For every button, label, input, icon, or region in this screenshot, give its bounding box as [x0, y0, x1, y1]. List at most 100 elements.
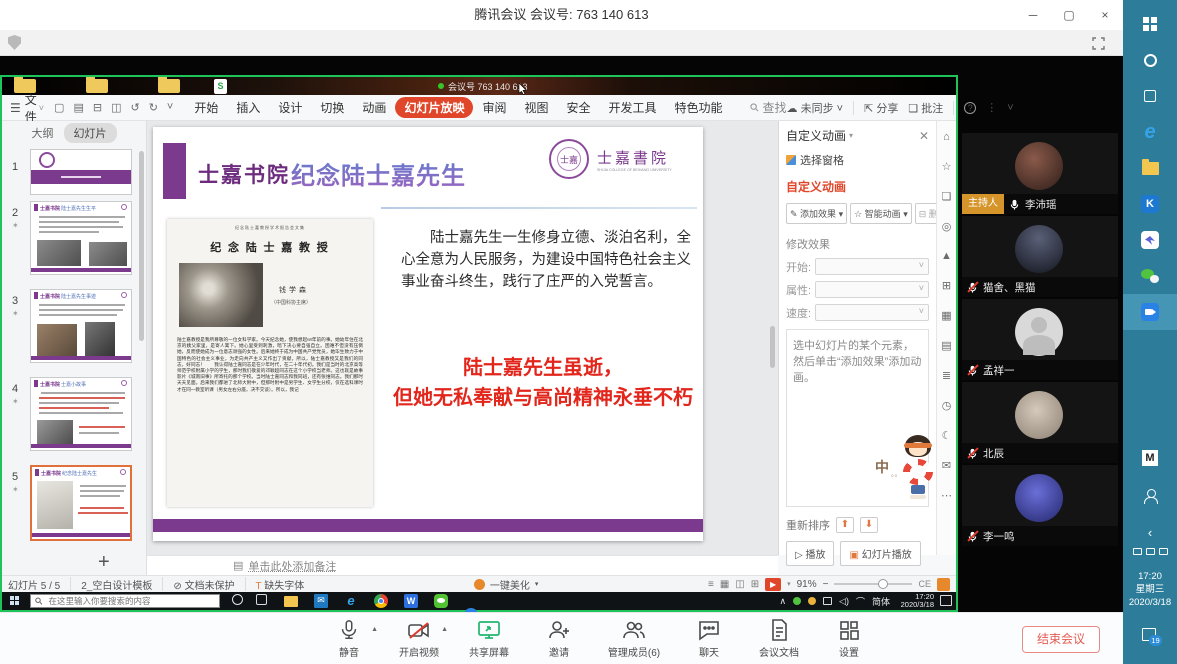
tray-expand-icon[interactable]: ‹: [1123, 514, 1177, 550]
m-app-icon[interactable]: M: [1123, 440, 1177, 476]
participant-tile[interactable]: 李一鸣: [962, 465, 1118, 546]
start-video-button[interactable]: ▲ 开启视频: [388, 618, 450, 659]
play-button[interactable]: ▷ 播放: [786, 541, 834, 566]
table-panel-icon[interactable]: ⊞: [942, 279, 951, 292]
security-shield-icon[interactable]: [8, 35, 21, 50]
chrome-browser-icon[interactable]: [374, 594, 388, 608]
meeting-docs-button[interactable]: 会议文档: [748, 618, 810, 659]
volume-tray-icon[interactable]: ◁): [839, 596, 849, 607]
transition-panel-icon[interactable]: ❏: [942, 190, 952, 203]
view-sorter-icon[interactable]: ◫: [735, 579, 744, 590]
tim-tray-icon[interactable]: [808, 597, 816, 605]
undo-icon[interactable]: ↺: [130, 101, 139, 114]
minimize-icon[interactable]: ─: [1015, 0, 1051, 30]
start-button-icon[interactable]: [10, 596, 20, 606]
animation-panel-icon[interactable]: ☆: [942, 160, 952, 173]
chat-button[interactable]: 聊天: [678, 618, 740, 659]
file-explorer-icon[interactable]: [284, 596, 298, 607]
tab-insert[interactable]: 插入: [227, 97, 269, 118]
design-panel-icon[interactable]: ▲: [941, 250, 952, 262]
redo-icon[interactable]: ↻: [149, 101, 158, 114]
participant-tile-host[interactable]: 主持人 李沛瑶: [962, 133, 1118, 214]
tab-design[interactable]: 设计: [269, 97, 311, 118]
clock-panel-icon[interactable]: ◷: [942, 399, 952, 412]
mail-app-icon[interactable]: ✉: [314, 594, 328, 608]
participant-tile[interactable]: 猫舍、黑猫: [962, 216, 1118, 297]
docer-icon[interactable]: [937, 578, 950, 591]
share-screen-button[interactable]: 共享屏幕: [458, 618, 520, 659]
add-slide-button[interactable]: +: [98, 551, 110, 574]
help-icon[interactable]: ?: [964, 102, 976, 114]
tab-transition[interactable]: 切换: [311, 97, 353, 118]
share-button[interactable]: ⇱ 分享: [864, 100, 898, 116]
start-button-icon[interactable]: [1123, 6, 1177, 42]
wechat-tray-icon[interactable]: [793, 597, 801, 605]
action-center-icon[interactable]: 19: [1142, 628, 1156, 641]
template-name[interactable]: 2_空白设计模板: [81, 577, 152, 592]
settings-button[interactable]: 设置: [818, 618, 880, 659]
slideshow-play-button[interactable]: ▣ 幻灯片播放: [840, 541, 920, 566]
thunder-app-icon[interactable]: [1123, 222, 1177, 258]
action-center-icon[interactable]: [940, 595, 952, 606]
property-select[interactable]: [815, 281, 929, 298]
chart-panel-icon[interactable]: ▤: [941, 339, 951, 352]
start-select[interactable]: [815, 258, 929, 275]
tencent-meeting-app-icon-active[interactable]: [1123, 294, 1177, 330]
tab-features[interactable]: 特色功能: [666, 97, 732, 118]
view-normal-icon[interactable]: ≡: [708, 579, 714, 590]
mute-options-caret[interactable]: ▲: [371, 626, 378, 633]
more-menu-icon[interactable]: ⋮: [986, 101, 997, 114]
edge-browser-icon[interactable]: e: [1123, 114, 1177, 150]
tab-view[interactable]: 视图: [515, 97, 557, 118]
slide-thumbnail-1[interactable]: [30, 149, 132, 195]
task-view-icon[interactable]: [1123, 78, 1177, 114]
add-effect-button[interactable]: ✎ 添加效果 ▾: [786, 203, 847, 224]
participant-tile[interactable]: 北辰: [962, 382, 1118, 463]
cortana-icon[interactable]: [1123, 42, 1177, 78]
slide-thumbnail-3[interactable]: 士嘉书院 陆士嘉先生事迹: [30, 289, 132, 363]
panel-caret-icon[interactable]: ▾: [849, 131, 853, 140]
manage-members-button[interactable]: 管理成员(6): [598, 618, 670, 659]
tab-security[interactable]: 安全: [557, 97, 599, 118]
thumbnail-scrollbar[interactable]: [139, 151, 144, 341]
fullscreen-icon[interactable]: [1092, 37, 1105, 50]
zoom-slider[interactable]: [834, 583, 912, 585]
invite-button[interactable]: 邀请: [528, 618, 590, 659]
tab-home[interactable]: 开始: [185, 97, 227, 118]
ime-lang-indicator[interactable]: 简体: [872, 595, 890, 608]
task-view-icon[interactable]: [256, 594, 267, 605]
beautify-button[interactable]: 一键美化▾: [474, 577, 539, 592]
panel-close-icon[interactable]: ✕: [919, 129, 929, 143]
file-explorer-icon[interactable]: [1123, 150, 1177, 186]
target-panel-icon[interactable]: ◎: [942, 220, 952, 233]
view-slide-icon[interactable]: ▦: [720, 579, 729, 590]
find-box[interactable]: 查找: [750, 99, 787, 116]
close-icon[interactable]: ×: [1087, 0, 1123, 30]
collapse-ribbon-icon[interactable]: ˅: [1007, 102, 1013, 114]
contacts-icon[interactable]: [1123, 478, 1177, 514]
hamburger-menu-icon[interactable]: ☰: [10, 101, 21, 115]
cortana-icon[interactable]: [232, 594, 243, 605]
zoom-knob[interactable]: [878, 579, 888, 589]
home-panel-icon[interactable]: ⌂: [943, 131, 950, 143]
print-icon[interactable]: ⊟: [93, 101, 102, 114]
slide-thumbnail-5-selected[interactable]: 士嘉书院 纪念陆士嘉先生: [30, 465, 132, 541]
wps-doc-icon[interactable]: S: [214, 79, 227, 94]
notes-bar[interactable]: ▤ 单击此处添加备注: [147, 555, 778, 575]
participant-tile[interactable]: 孟祥一: [962, 299, 1118, 380]
current-slide[interactable]: 士嘉书院 纪念陆士嘉先生 士嘉 士嘉書院 SHIJIA COLLEGE OF B…: [153, 127, 703, 541]
mute-button[interactable]: ▲ 静音: [318, 618, 380, 659]
protection-status[interactable]: ⊘ 文档未保护: [173, 577, 234, 592]
save-icon[interactable]: ▢: [54, 101, 64, 114]
tray-expand-icon[interactable]: ∧: [779, 596, 786, 607]
slideshow-start-icon[interactable]: ▶: [765, 578, 781, 591]
taskbar-clock[interactable]: 17:20 2020/3/18: [901, 593, 934, 609]
file-menu[interactable]: 文件: [25, 91, 37, 125]
adjust-panel-icon[interactable]: ≣: [942, 369, 951, 382]
taskbar-search[interactable]: [30, 594, 220, 608]
tab-review[interactable]: 审阅: [473, 97, 515, 118]
comment-button[interactable]: ❏ 批注: [908, 100, 943, 116]
output-icon[interactable]: ▤: [73, 101, 83, 114]
network-tray-icon[interactable]: ⌒: [856, 595, 865, 608]
layout-panel-icon[interactable]: ▦: [941, 309, 951, 322]
